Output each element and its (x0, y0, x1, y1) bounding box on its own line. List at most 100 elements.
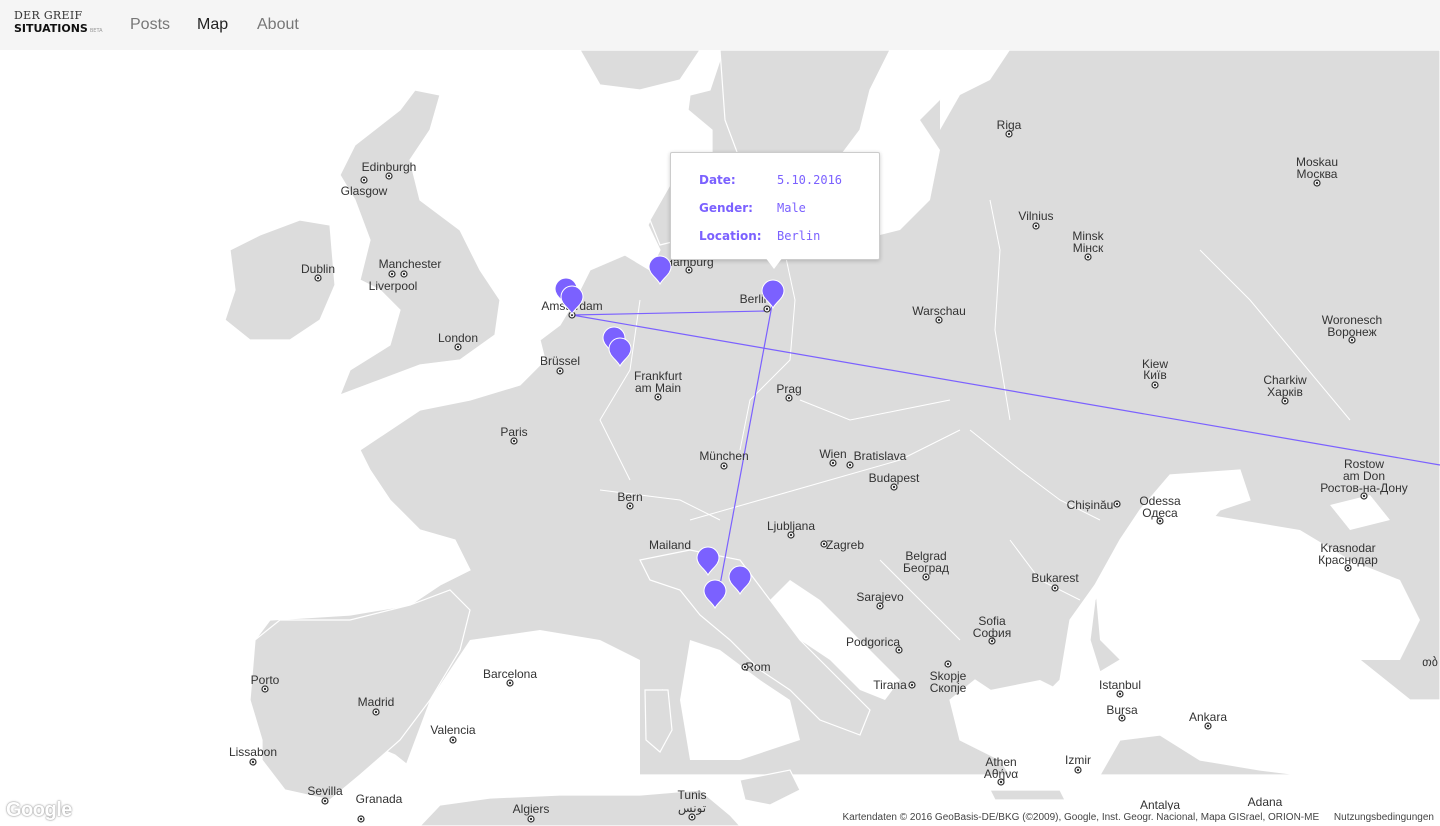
city-label: London (438, 331, 478, 345)
city-dot-center (848, 463, 852, 467)
city-dot-center (628, 504, 632, 508)
city-dot-center (451, 738, 455, 742)
logo-beta: BETA (89, 28, 103, 34)
city-label: Tunis (678, 788, 707, 802)
city-dot-center (937, 318, 941, 322)
info-key-gender: Gender: (699, 201, 753, 215)
city-dot-center (690, 815, 694, 819)
city-label: Воронеж (1327, 325, 1376, 339)
city-dot-center (831, 461, 835, 465)
city-dot-center (359, 817, 363, 821)
land-crete (989, 789, 1066, 801)
nav-link-posts[interactable]: Posts (130, 16, 170, 34)
city-label: Мінск (1073, 241, 1104, 255)
land-norway (579, 50, 701, 91)
city-dot-center (789, 533, 793, 537)
city-label: Bratislava (854, 449, 907, 463)
info-value-date: 5.10.2016 (777, 173, 843, 187)
city-dot-center (999, 780, 1003, 784)
city-label: Barcelona (483, 667, 537, 681)
city-label: Харків (1267, 385, 1303, 399)
city-dot-center (1076, 768, 1080, 772)
site-logo[interactable]: DER GREIF SITUATIONS BETA (14, 10, 103, 34)
city-dot-center (1362, 494, 1366, 498)
city-dot-center (512, 439, 516, 443)
top-navbar: DER GREIF SITUATIONS BETA Posts Map About (0, 0, 1440, 50)
city-dot-center (402, 272, 406, 276)
city-label: Rom (745, 660, 770, 674)
city-label: Lissabon (229, 745, 277, 759)
land-great-britain (338, 89, 501, 397)
city-label: Bukarest (1031, 571, 1079, 585)
city-label: Glasgow (341, 184, 388, 198)
logo-bottom-text: SITUATIONS BETA (14, 22, 103, 35)
info-row-date: Date: 5.10.2016 (699, 173, 842, 187)
city-label: Москва (1297, 167, 1338, 181)
info-value-location: Berlin (777, 229, 821, 243)
info-window: Date: 5.10.2016 Gender: Male Location: Berl… (670, 152, 880, 260)
city-label: Warschau (912, 304, 966, 318)
city-dot-center (656, 395, 660, 399)
info-key-date: Date: (699, 173, 736, 187)
city-dot-center (1053, 586, 1057, 590)
city-label: Скопје (930, 681, 967, 695)
city-label: Madrid (358, 695, 395, 709)
city-dot-center (892, 485, 896, 489)
city-label: Mailand (649, 538, 691, 552)
city-label: Granada (356, 792, 403, 806)
logo-top-text: DER GREIF (14, 9, 83, 22)
city-label: Bern (617, 490, 642, 504)
city-label: Dublin (301, 262, 335, 276)
city-label: Edinburgh (362, 160, 417, 174)
city-dot-center (1283, 399, 1287, 403)
city-dot-center (722, 464, 726, 468)
city-label: Київ (1143, 368, 1166, 382)
city-label: Algiers (513, 802, 550, 816)
city-label: Brüssel (540, 354, 580, 368)
city-dot-center (387, 174, 391, 178)
city-dot-center (787, 396, 791, 400)
nav-link-map[interactable]: Map (197, 16, 228, 34)
city-label: Valencia (430, 723, 475, 737)
city-dot-center (558, 369, 562, 373)
city-label: Prag (776, 382, 801, 396)
city-label: Liverpool (369, 279, 418, 293)
city-dot-center (374, 710, 378, 714)
city-dot-center (765, 307, 769, 311)
city-label: تونس (678, 801, 706, 815)
city-label: Manchester (379, 257, 442, 271)
city-dot-center (529, 817, 533, 821)
city-label: München (699, 449, 748, 463)
city-dot-center (323, 799, 327, 803)
city-label: Budapest (869, 471, 920, 485)
city-label: Αθήνα (984, 767, 1018, 781)
city-label: Podgorica (846, 635, 900, 649)
city-label: Sevilla (307, 784, 343, 798)
city-dot-center (924, 575, 928, 579)
city-label: Istanbul (1099, 678, 1141, 692)
city-dot-center (263, 687, 267, 691)
city-dot-center (743, 665, 747, 669)
city-label: Београд (903, 561, 949, 575)
city-dot-center (1346, 566, 1350, 570)
nav-link-about[interactable]: About (257, 16, 299, 34)
info-key-location: Location: (699, 229, 762, 243)
city-label: Wien (819, 447, 846, 461)
city-label: Краснодар (1318, 553, 1378, 567)
terms-link[interactable]: Nutzungsbedingungen (1334, 812, 1434, 823)
city-label: Zagreb (826, 538, 864, 552)
city-dot-center (878, 604, 882, 608)
city-dot-center (1315, 181, 1319, 185)
city-label: Chișinău (1067, 498, 1114, 512)
city-dot-center (1007, 132, 1011, 136)
attribution-text: Kartendaten © 2016 GeoBasis-DE/BKG (©200… (842, 812, 1320, 823)
city-dot-center (362, 178, 366, 182)
city-label: Porto (251, 673, 280, 687)
city-label: am Main (635, 381, 681, 395)
info-row-gender: Gender: Male (699, 201, 806, 215)
city-dot-center (822, 542, 826, 546)
google-logo: Google (6, 799, 72, 821)
city-dot-center (1086, 255, 1090, 259)
city-label: Sarajevo (856, 590, 904, 604)
map-attribution: Kartendaten © 2016 GeoBasis-DE/BKG (©200… (836, 810, 1440, 826)
